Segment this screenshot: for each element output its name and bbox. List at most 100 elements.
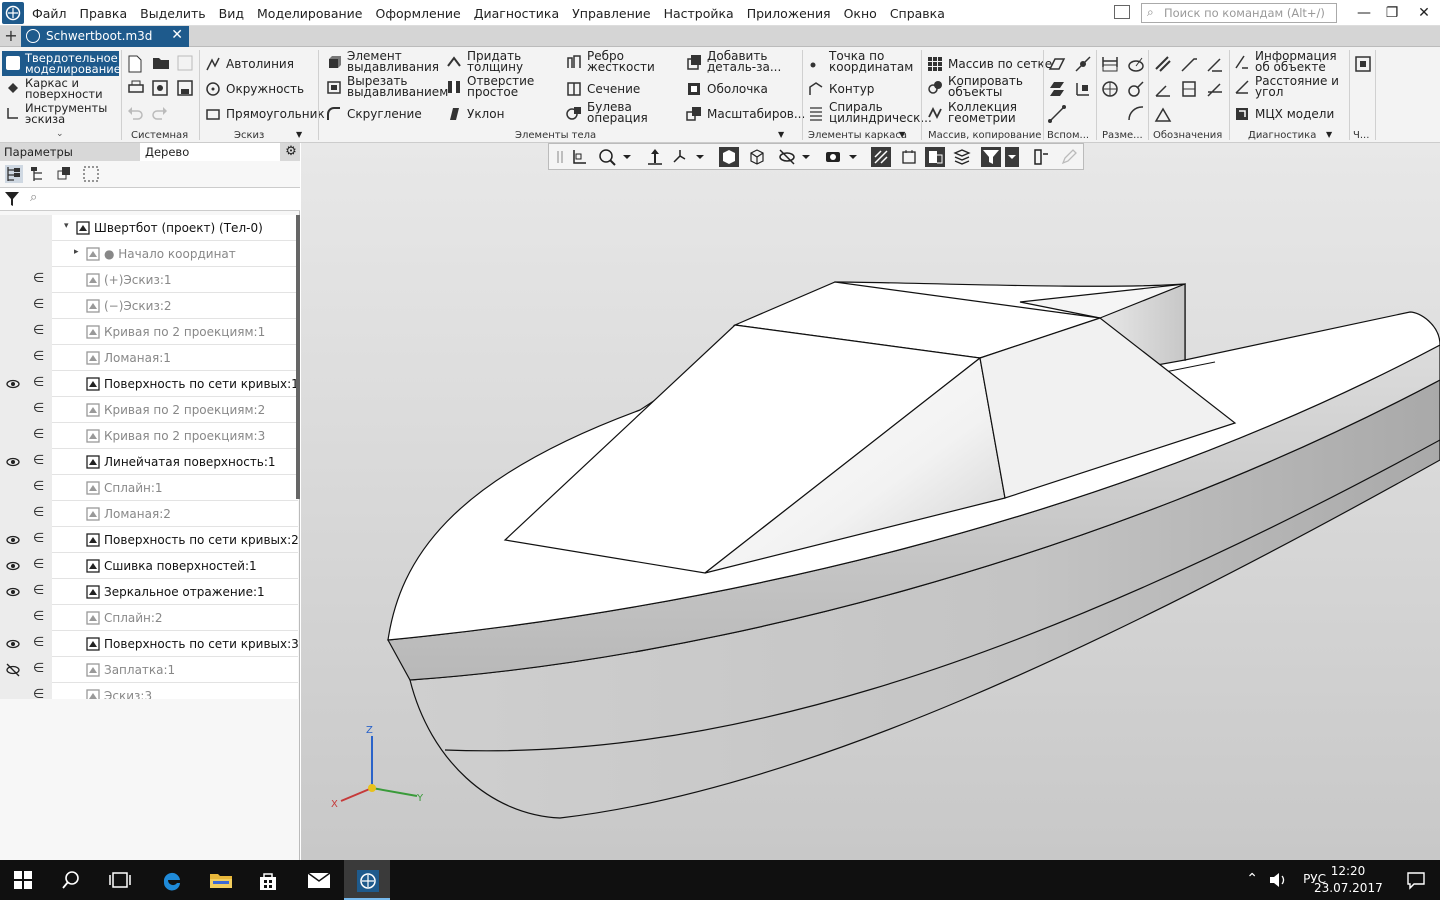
tree-row[interactable]: ▾ Швертбот (проект) (Тел-0) (0, 215, 298, 241)
scale-button[interactable]: Масштабиров... (686, 106, 805, 122)
new-file-icon[interactable] (127, 55, 145, 73)
mode-surface-button[interactable]: Каркас и поверхности (2, 76, 119, 101)
tree-scrollbar[interactable] (296, 215, 300, 499)
rib-button[interactable]: Ребро жесткости (566, 50, 682, 73)
arc-dimension-icon[interactable] (1127, 105, 1145, 123)
tree-row[interactable]: ∈ Ломаная:1 (0, 345, 298, 371)
group-expand-icon[interactable]: ▼ (1326, 130, 1332, 139)
mail-icon[interactable] (294, 860, 340, 900)
fillet-button[interactable]: Скругление (326, 106, 422, 122)
open-folder-icon[interactable] (152, 55, 170, 73)
tree-row[interactable]: ∈ Линейчатая поверхность:1 (0, 449, 298, 475)
menu-item[interactable]: Вид (219, 6, 244, 21)
rectangle-button[interactable]: Прямоугольник (205, 106, 325, 122)
new-document-button[interactable]: + (3, 27, 19, 45)
zoom-icon[interactable] (597, 147, 617, 167)
chevron-down-icon[interactable] (621, 147, 633, 167)
mode-sketch-tools-button[interactable]: Инструменты эскиза (2, 101, 119, 126)
save-icon[interactable] (177, 55, 195, 73)
position-icon[interactable] (1206, 55, 1224, 73)
eye-icon[interactable] (6, 533, 20, 547)
tree-order-icon[interactable] (29, 165, 47, 183)
distance-angle-button[interactable]: Расстояние и угол (1234, 75, 1355, 98)
panel-toggle-icon[interactable] (1114, 5, 1130, 19)
wireframe-view-icon[interactable] (747, 147, 767, 167)
pan-icon[interactable] (645, 147, 665, 167)
circle-button[interactable]: Окружность (205, 81, 304, 97)
file-explorer-icon[interactable] (196, 860, 242, 900)
tree-row[interactable]: ∈ Кривая по 2 проекциям:3 (0, 423, 298, 449)
redo-icon[interactable] (152, 105, 170, 123)
store-icon[interactable] (244, 860, 290, 900)
tree-row[interactable]: ∈ Поверхность по сети кривых:2 (0, 527, 298, 553)
leader-icon[interactable] (1180, 55, 1198, 73)
volume-icon[interactable] (1268, 870, 1288, 890)
contour-button[interactable]: Контур (808, 81, 874, 97)
save-as-icon[interactable] (177, 80, 195, 98)
tree-components-icon[interactable] (56, 165, 74, 183)
selection-filter-icon[interactable] (981, 147, 1001, 167)
helix-button[interactable]: Спираль цилиндрическ... (808, 101, 932, 124)
chevron-down-icon[interactable] (847, 147, 859, 167)
chevron-down-icon[interactable] (1005, 147, 1019, 167)
boat-model[interactable] (301, 143, 1440, 860)
search-icon[interactable] (48, 860, 94, 900)
command-search-input[interactable]: ⌕ Поиск по командам (Alt+/) (1141, 3, 1337, 23)
task-view-icon[interactable] (96, 860, 142, 900)
shell-button[interactable]: Оболочка (686, 81, 768, 97)
edge-browser-icon[interactable] (148, 860, 194, 900)
eye-icon[interactable] (6, 585, 20, 599)
object-info-button[interactable]: Информация об объекте (1234, 50, 1355, 73)
extra-tool-icon[interactable] (1354, 55, 1372, 73)
eye-icon[interactable] (6, 455, 20, 469)
geometry-collection-button[interactable]: Коллекция геометрии (927, 101, 1038, 124)
maximize-button[interactable]: ❐ (1380, 3, 1404, 23)
menu-item[interactable]: Диагностика (474, 6, 559, 21)
tree-row[interactable]: ∈ Сплайн:2 (0, 605, 298, 631)
eye-hidden-icon[interactable] (6, 663, 20, 677)
display-mode-icon[interactable] (823, 147, 843, 167)
thicken-button[interactable]: Придать толщину (446, 50, 562, 73)
tree-row[interactable]: ▸ ● Начало координат (0, 241, 298, 267)
tab-tree[interactable]: Дерево (140, 143, 280, 161)
section-view-icon[interactable] (871, 147, 891, 167)
tree-row[interactable]: ∈ Эскиз:3 (0, 683, 298, 699)
perspective-icon[interactable] (899, 147, 919, 167)
mode-solid-button[interactable]: Твердотельное моделирование (2, 51, 121, 76)
3d-viewport[interactable]: Z X Y (301, 143, 1440, 860)
datum-icon[interactable] (1154, 80, 1172, 98)
tree-structure-icon[interactable] (5, 165, 23, 183)
start-button[interactable] (0, 860, 46, 900)
preview-icon[interactable] (152, 80, 170, 98)
pencil-icon[interactable] (1059, 147, 1079, 167)
view-orient-icon[interactable] (569, 147, 589, 167)
tree-row[interactable]: ∈ Кривая по 2 проекциям:1 (0, 319, 298, 345)
base-icon[interactable] (1154, 105, 1172, 123)
cut-view-icon[interactable] (925, 147, 945, 167)
group-expand-icon[interactable]: ▼ (778, 130, 784, 139)
tree-expander-icon[interactable]: ▾ (64, 221, 69, 231)
chevron-down-icon[interactable] (694, 147, 706, 167)
hole-button[interactable]: Отверстие простое (446, 75, 562, 98)
clock-date[interactable]: 23.07.2017 (1314, 881, 1383, 895)
menu-item[interactable]: Приложения (747, 6, 831, 21)
copy-objects-button[interactable]: Копировать объекты (927, 75, 1038, 98)
offset-plane-icon[interactable] (1048, 80, 1066, 98)
gear-icon[interactable]: ⚙ (283, 144, 299, 160)
tree-row[interactable]: ∈ Кривая по 2 проекциям:2 (0, 397, 298, 423)
plane-icon[interactable] (1048, 55, 1066, 73)
grid-array-button[interactable]: Массив по сетке (927, 56, 1052, 72)
tree-expander-icon[interactable]: ▸ (74, 247, 79, 257)
tree-row[interactable]: ∈ Поверхность по сети кривых:1 (0, 371, 298, 397)
tree-row[interactable]: ∈ Сплайн:1 (0, 475, 298, 501)
tree-row[interactable]: ∈ Ломаная:2 (0, 501, 298, 527)
linear-dimension-icon[interactable] (1101, 55, 1119, 73)
menu-item[interactable]: Управление (572, 6, 650, 21)
modes-expand-icon[interactable]: ⌄ (56, 129, 64, 139)
menu-item[interactable]: Моделирование (257, 6, 362, 21)
menu-item[interactable]: Оформление (376, 6, 461, 21)
eye-icon[interactable] (6, 377, 20, 391)
menu-item[interactable]: Справка (890, 6, 945, 21)
kompas-logo-icon[interactable] (2, 2, 24, 24)
kompas-taskbar-icon[interactable] (344, 860, 390, 900)
